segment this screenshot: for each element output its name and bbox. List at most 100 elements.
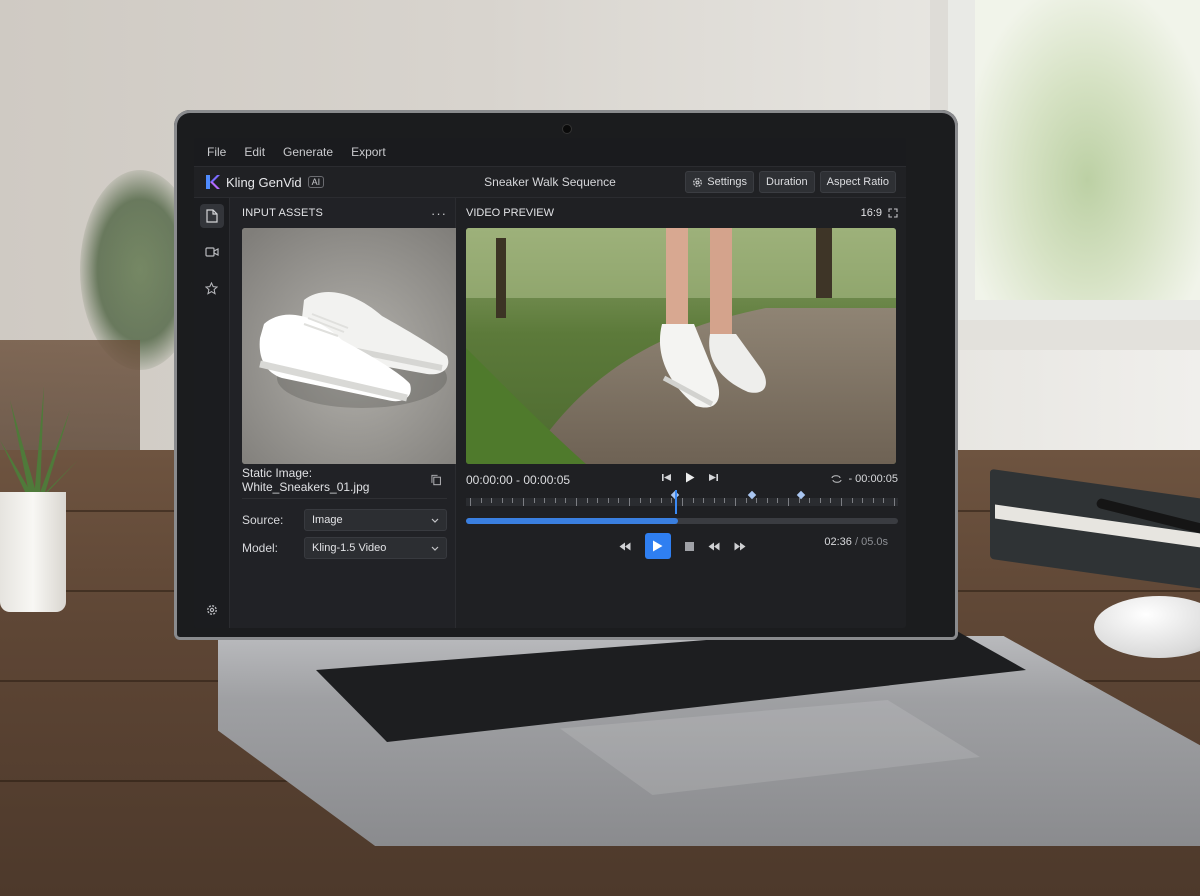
tool-rail xyxy=(194,198,230,628)
timeline-tick xyxy=(735,498,736,506)
timeline-tick xyxy=(544,498,546,503)
gear-icon xyxy=(206,605,217,615)
source-field: Source: Image xyxy=(242,509,447,531)
settings-button[interactable]: Settings xyxy=(685,171,755,193)
menu-export[interactable]: Export xyxy=(351,145,386,159)
timeline-tick xyxy=(766,498,768,503)
elapsed-current: 02:36 xyxy=(824,536,852,548)
ai-badge: AI xyxy=(307,176,325,188)
play-icon xyxy=(653,540,663,552)
skip-back-icon[interactable] xyxy=(662,473,671,482)
timeline-tick xyxy=(501,498,503,503)
video-camera-icon xyxy=(204,247,219,257)
skip-forward-icon[interactable] xyxy=(709,473,718,482)
fullscreen-icon[interactable] xyxy=(888,208,898,218)
succulent-plant xyxy=(0,386,78,498)
timeline-tick xyxy=(894,498,895,506)
source-label: Source: xyxy=(242,513,284,527)
timeline-tick xyxy=(597,498,599,503)
assets-header: INPUT ASSETS ··· xyxy=(242,204,447,222)
menu-generate[interactable]: Generate xyxy=(283,145,333,159)
timeline-tick xyxy=(660,498,662,503)
playhead[interactable] xyxy=(675,490,677,514)
settings-label: Settings xyxy=(707,176,748,188)
webcam xyxy=(562,124,572,134)
timeline-tick xyxy=(841,498,842,506)
aspect-ratio-button[interactable]: Aspect Ratio xyxy=(819,171,896,193)
timeline-tick xyxy=(745,498,747,503)
title-bar: Kling GenVid AI Sneaker Walk Sequence Se… xyxy=(194,166,906,198)
copy-icon[interactable] xyxy=(431,474,441,486)
menu-file[interactable]: File xyxy=(207,145,226,159)
elapsed-total: / 05.0s xyxy=(854,536,888,548)
asset-file-row: Static Image: White_Sneakers_01.jpg xyxy=(242,466,447,494)
model-label: Model: xyxy=(242,541,279,555)
loop-indicator: - 00:00:05 xyxy=(831,473,898,485)
timeline[interactable] xyxy=(466,490,898,514)
app-name: Kling GenVid xyxy=(226,174,302,190)
rail-favorites-button[interactable] xyxy=(200,276,224,300)
timeline-tick xyxy=(883,498,885,503)
timeline-tick xyxy=(851,498,853,503)
timeline-tick xyxy=(682,498,683,506)
timeline-tick xyxy=(512,498,514,503)
fast-forward-icon[interactable] xyxy=(734,542,746,551)
timeline-tick xyxy=(533,498,535,503)
progress-bar[interactable] xyxy=(466,518,898,524)
rail-video-button[interactable] xyxy=(200,240,224,264)
mini-transport xyxy=(662,472,718,483)
rail-settings-button[interactable] xyxy=(200,598,224,622)
video-frame[interactable] xyxy=(466,228,896,464)
menu-edit[interactable]: Edit xyxy=(244,145,265,159)
plant-pot xyxy=(0,492,66,612)
input-assets-panel: INPUT ASSETS ··· Static Image: White_Sne… xyxy=(230,198,467,628)
assets-divider xyxy=(242,498,447,499)
timeline-tick xyxy=(650,498,652,503)
timeline-tick xyxy=(830,498,832,503)
source-select[interactable]: Image xyxy=(304,509,447,531)
asset-thumbnail[interactable] xyxy=(242,228,467,464)
rail-assets-button[interactable] xyxy=(199,204,224,228)
timeline-tick xyxy=(862,498,864,503)
timeline-tick xyxy=(565,498,567,503)
timeline-tick xyxy=(756,498,758,503)
preview-title: VIDEO PREVIEW xyxy=(466,207,555,219)
app-window: File Edit Generate Export Kling GenVid A… xyxy=(194,138,906,628)
step-back-icon[interactable] xyxy=(708,542,720,551)
loop-time: - 00:00:05 xyxy=(848,473,898,485)
timeline-tick xyxy=(788,498,789,506)
timeline-tick xyxy=(576,498,577,506)
more-options-icon[interactable]: ··· xyxy=(431,206,447,221)
preview-controls-row: 00:00:00 - 00:00:05 - 00:00:05 xyxy=(466,470,898,488)
loop-icon[interactable] xyxy=(831,474,843,484)
asset-filename: Static Image: White_Sneakers_01.jpg xyxy=(242,466,370,494)
title-actions: Settings Duration Aspect Ratio xyxy=(685,171,896,193)
rewind-icon[interactable] xyxy=(619,542,631,551)
walking-scene-image xyxy=(466,228,896,464)
source-value: Image xyxy=(312,514,343,526)
timeline-tick xyxy=(554,498,556,503)
scene: MacBook Pro File Edit Generate Export Kl… xyxy=(0,0,1200,896)
model-select[interactable]: Kling-1.5 Video xyxy=(304,537,447,559)
play-button[interactable] xyxy=(644,533,671,559)
transport-controls: 02:36 / 05.0s xyxy=(466,532,898,560)
workspace: INPUT ASSETS ··· Static Image: White_Sne… xyxy=(194,198,906,628)
stop-icon[interactable] xyxy=(684,541,694,551)
duration-button[interactable]: Duration xyxy=(759,171,815,193)
model-field: Model: Kling-1.5 Video xyxy=(242,537,447,559)
timeline-tick xyxy=(480,498,482,503)
kling-logo-icon xyxy=(206,175,220,189)
time-range: 00:00:00 - 00:00:05 xyxy=(466,473,571,487)
timeline-tick xyxy=(692,498,694,503)
timeline-tick xyxy=(470,498,471,506)
aspect-indicator: 16:9 xyxy=(860,207,882,219)
timeline-tick xyxy=(819,498,821,503)
play-icon[interactable] xyxy=(685,472,695,483)
timeline-tick xyxy=(724,498,726,503)
timeline-tick xyxy=(703,498,705,503)
assets-title: INPUT ASSETS xyxy=(242,207,324,219)
sneakers-image xyxy=(242,228,467,464)
star-icon xyxy=(205,281,218,295)
document-icon xyxy=(205,209,218,223)
window-view xyxy=(975,0,1200,300)
